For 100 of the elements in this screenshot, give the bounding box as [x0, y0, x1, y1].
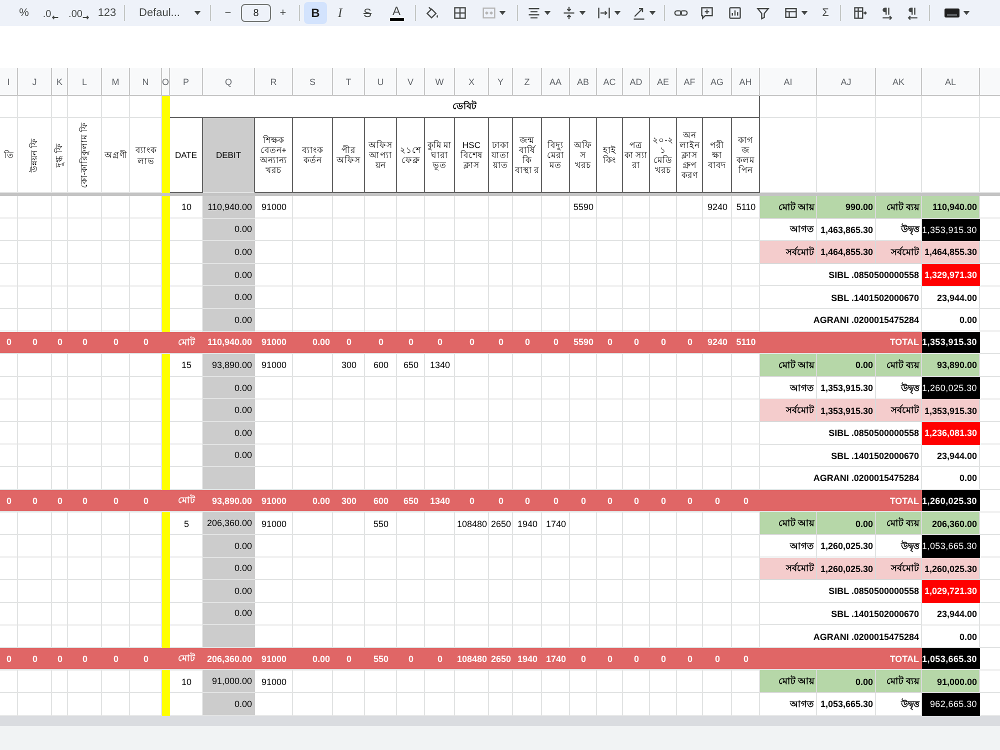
table-cell-text: 550	[372, 652, 390, 666]
caret-icon	[544, 11, 551, 15]
table-cell-text: 91000	[260, 336, 288, 350]
column-header[interactable]: X	[455, 68, 489, 95]
table-cell-text: 0	[142, 652, 150, 666]
decrease-decimals-button[interactable]: .0	[37, 2, 65, 24]
table-cell: মোট ব্যয়	[876, 354, 922, 377]
table-cell: মোট আয়	[760, 196, 817, 219]
heading-cell: কো-কারিকুলাম ফি	[80, 122, 90, 189]
text-wrap-icon	[597, 6, 611, 20]
table-cell: SBL .1401502000670	[760, 444, 922, 468]
table-cell-text: 0	[632, 652, 640, 666]
percent-button[interactable]: %	[11, 2, 37, 24]
italic-button[interactable]: I	[327, 2, 353, 24]
column-header[interactable]: AE	[650, 68, 677, 95]
horizontal-scrollbar[interactable]	[0, 716, 1000, 726]
heading-cell: DEBIT	[203, 118, 255, 193]
table-cell-text: 0	[524, 336, 531, 350]
column-header[interactable]: K	[52, 68, 68, 95]
caret-icon	[800, 11, 808, 15]
table-icon	[784, 6, 798, 20]
column-header[interactable]: AF	[677, 68, 703, 95]
column-header[interactable]: J	[18, 68, 52, 95]
table-cell: 1,236,081.30	[922, 422, 980, 445]
table-cell-text: আগত	[788, 698, 815, 711]
column-header[interactable]: V	[397, 68, 425, 95]
table-cell-text: 110,940.00	[206, 336, 253, 350]
column-header[interactable]: W	[425, 68, 455, 95]
table-cell-text: 0	[497, 494, 504, 508]
column-header[interactable]: AL	[922, 68, 980, 95]
table-cell: 1,260,025.30	[922, 490, 980, 512]
strikethrough-button[interactable]: S	[353, 2, 382, 24]
table-cell-text: 108480	[456, 652, 488, 666]
table-cell-text: TOTAL	[888, 336, 920, 350]
color-bar-icon	[390, 18, 404, 21]
column-header[interactable]: AK	[876, 68, 922, 95]
column-header[interactable]: Y	[489, 68, 513, 95]
font-size-field[interactable]: 8	[241, 4, 271, 22]
paragraph-icon	[880, 6, 894, 20]
text-color-button[interactable]: A	[382, 2, 411, 24]
table-cell: সর্বমোট	[876, 558, 922, 580]
column-header[interactable]: AH	[732, 68, 760, 95]
bold-button[interactable]: B	[304, 2, 327, 24]
column-header[interactable]: Q	[203, 68, 255, 95]
column-header[interactable]: AJ	[817, 68, 876, 95]
increase-decimals-button[interactable]: .00	[65, 2, 94, 24]
column-header[interactable]: L	[68, 68, 102, 95]
table-cell-text: 5590	[572, 201, 595, 214]
table-cell-text: 650	[402, 359, 420, 372]
column-header[interactable]: T	[333, 68, 365, 95]
column-header[interactable]: AC	[597, 68, 623, 95]
column-header[interactable]: S	[293, 68, 333, 95]
column-header[interactable]: AG	[703, 68, 732, 95]
table-cell-text: 650	[402, 494, 420, 508]
table-cell-text: 0	[81, 336, 88, 350]
table-cell-text: 1740	[544, 652, 568, 666]
table-cell: মোট ব্যয়	[876, 670, 922, 694]
chart-icon	[728, 6, 742, 20]
table-cell-text: আগত	[788, 540, 815, 553]
column-header[interactable]: M	[102, 68, 130, 95]
paint-bucket-icon	[425, 6, 439, 20]
heading-cell: HSC বিশেষ ক্লাস	[455, 118, 489, 193]
decrease-font-size-button[interactable]: −	[215, 2, 241, 24]
vertical-align-icon	[562, 6, 576, 20]
column-header[interactable]: N	[130, 68, 162, 95]
arrow-left-icon	[51, 15, 60, 20]
column-header[interactable]: O	[162, 68, 170, 95]
table-cell-text: 0	[436, 336, 444, 350]
font-dropdown[interactable]: Defaul...	[129, 2, 206, 24]
table-cell: সর্বমোট	[760, 399, 817, 422]
column-header[interactable]: R	[255, 68, 293, 95]
table-cell-text: 5110	[735, 201, 757, 214]
column-header[interactable]: AI	[760, 68, 817, 95]
table-cell: 1,029,721.30	[922, 580, 980, 603]
column-header[interactable]: AB	[570, 68, 597, 95]
table-cell-text: 0	[56, 652, 64, 666]
table-cell: 0.00	[203, 286, 255, 309]
column-header[interactable]: AD	[623, 68, 650, 95]
table-cell-text: 0	[112, 494, 120, 508]
table-cell-text: আগত	[788, 382, 815, 395]
column-header[interactable]: Z	[513, 68, 542, 95]
table-cell-text: 9240	[706, 201, 729, 214]
column-header[interactable]: U	[365, 68, 397, 95]
increase-font-size-button[interactable]: +	[271, 2, 295, 24]
column-header[interactable]: AA	[542, 68, 570, 95]
column-header[interactable]: P	[170, 68, 203, 95]
table-cell-text: 550	[372, 518, 390, 531]
number-format-button[interactable]: 123	[94, 2, 120, 24]
table-cell-text: TOTAL	[888, 494, 920, 508]
functions-button[interactable]: Σ	[815, 2, 836, 24]
table-cell: 0.00	[203, 602, 255, 626]
column-header[interactable]: I	[0, 68, 18, 95]
table-cell-text: 0	[142, 336, 150, 350]
paragraph-icon	[906, 6, 920, 20]
table-cell-text: 1,260,025.30	[819, 540, 874, 554]
table-cell: 0.00	[203, 376, 255, 400]
heading-cell-text: ব্যাংক লাভ	[134, 144, 158, 168]
table-cell: 0.00	[203, 308, 255, 332]
table-cell: মোট আয়	[760, 512, 817, 535]
table-cell: 110,940.00	[922, 196, 980, 219]
